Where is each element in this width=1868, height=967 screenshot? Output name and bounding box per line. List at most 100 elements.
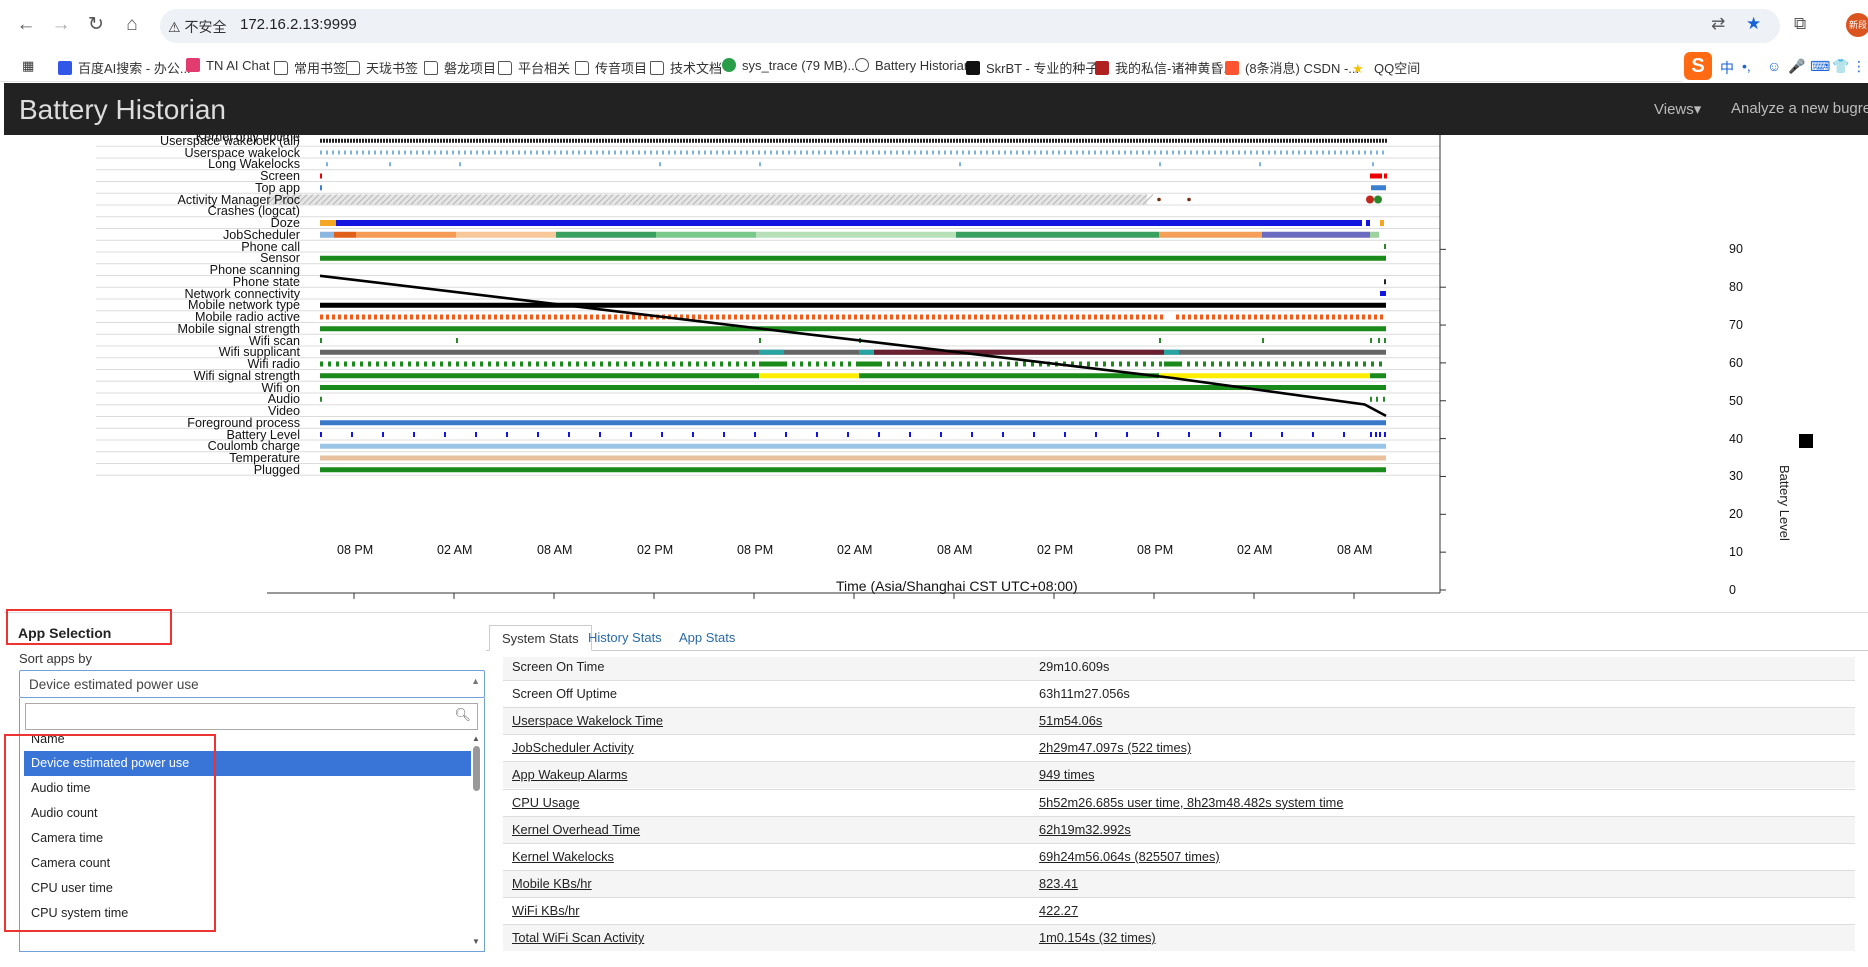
views-menu[interactable]: Views▾ (1654, 100, 1701, 118)
apps-grid-icon[interactable]: ▦ (22, 58, 34, 74)
stats-key[interactable]: Kernel Overhead Time (512, 817, 640, 843)
forward-arrow-icon[interactable]: → (47, 11, 75, 39)
tn-icon (186, 58, 200, 72)
ime-emoji-icon[interactable]: ☺ (1767, 58, 1781, 74)
timeline-bar (356, 314, 359, 320)
timeline-bar (503, 138, 505, 143)
scroll-up-icon[interactable]: ▲ (472, 734, 480, 743)
stats-value[interactable]: 1m0.154s (32 times) (1039, 925, 1156, 951)
tab-app-stats[interactable]: App Stats (667, 625, 747, 651)
timeline-bar (518, 150, 520, 155)
stats-value[interactable]: 2h29m47.097s (522 times) (1039, 735, 1191, 761)
extensions-icon[interactable]: ⧉ (1794, 14, 1806, 34)
bookmark-item[interactable]: TN AI Chat (186, 58, 270, 73)
bookmark-item[interactable]: SkrBT - 专业的种子... (966, 58, 1109, 77)
stats-value[interactable]: 5h52m26.685s user time, 8h23m48.482s sys… (1039, 790, 1343, 816)
timeline-bar (991, 361, 994, 367)
timeline-bar (692, 150, 694, 155)
timeline-bar (818, 150, 820, 155)
stats-key[interactable]: Mobile KBs/hr (512, 871, 592, 897)
ime-mic-icon[interactable]: 🎤 (1788, 58, 1805, 75)
bookmark-item[interactable]: ★ QQ空间 (1352, 58, 1420, 77)
bookmark-item[interactable]: 常用书签 (274, 58, 346, 77)
timeline-bar (1292, 150, 1294, 155)
timeline-bar (1019, 138, 1021, 143)
profile-avatar[interactable]: 新段 (1846, 13, 1868, 37)
stats-key[interactable]: CPU Usage (512, 790, 580, 816)
timeline-bar (338, 150, 340, 155)
bookmark-star-icon[interactable]: ★ (1746, 14, 1761, 34)
timeline-bar (584, 138, 586, 143)
ime-language[interactable]: 中 (1720, 58, 1734, 78)
stats-value[interactable]: 949 times (1039, 762, 1094, 788)
bookmark-item[interactable]: 磐龙项目 (424, 58, 496, 77)
timeline-bar (797, 138, 799, 143)
timeline-bar (602, 138, 604, 143)
timeline-bar (1159, 361, 1162, 367)
address-bar[interactable] (160, 9, 1780, 43)
reload-icon[interactable]: ↻ (82, 11, 110, 39)
back-arrow-icon[interactable]: ← (12, 11, 40, 39)
stats-key[interactable]: Total WiFi Scan Activity (512, 925, 644, 951)
bookmark-item[interactable]: 平台相关 (498, 58, 570, 77)
timeline-bar (839, 138, 841, 143)
timeline-bar (1082, 150, 1084, 155)
sort-select[interactable]: Device estimated power use ▲ (19, 670, 485, 698)
stats-key[interactable]: WiFi KBs/hr (512, 898, 580, 924)
timeline-bar (653, 138, 655, 143)
ime-menu-icon[interactable]: ⋮ (1852, 58, 1866, 75)
timeline-bar (959, 162, 961, 167)
timeline-bar (893, 138, 895, 143)
timeline-bar (1328, 150, 1330, 155)
home-icon[interactable]: ⌂ (118, 11, 146, 39)
stats-key[interactable]: Userspace Wakelock Time (512, 708, 663, 734)
bookmark-item[interactable]: 百度AI搜索 - 办公... (58, 58, 191, 77)
timeline-bar (878, 432, 880, 437)
security-warning[interactable]: ⚠ 不安全 (168, 17, 226, 37)
stats-key[interactable]: Kernel Wakelocks (512, 844, 614, 870)
timeline-bar (872, 138, 874, 143)
bookmark-item[interactable]: 技术文档 (650, 58, 722, 77)
stats-key[interactable]: App Wakeup Alarms (512, 762, 627, 788)
ime-skin-icon[interactable]: 👕 (1832, 58, 1849, 75)
timeline-bar (833, 138, 835, 143)
bookmark-item[interactable]: (8条消息) CSDN -... (1225, 58, 1359, 77)
bookmark-item[interactable]: 传音项目 (575, 58, 647, 77)
timeline-bar (656, 150, 658, 155)
tab-history-stats[interactable]: History Stats (576, 625, 674, 651)
stats-value[interactable]: 422.27 (1039, 898, 1078, 924)
timeline-bar (1352, 138, 1354, 143)
timeline-bar (440, 361, 443, 367)
dropdown-scrollbar[interactable]: ▲ ▼ (471, 734, 481, 946)
stats-key[interactable]: JobScheduler Activity (512, 735, 634, 761)
analyze-new-bugreport-link[interactable]: Analyze a new bugreport (1731, 100, 1868, 117)
ime-punct-icon[interactable]: •, (1742, 58, 1751, 74)
bookmark-label: TN AI Chat (206, 58, 270, 73)
timeline-bar (344, 138, 346, 143)
bookmark-item[interactable]: sys_trace (79 MB)... (722, 58, 858, 73)
timeline-bar (338, 138, 340, 143)
timeline-bar (320, 432, 322, 437)
timeline-bar (926, 138, 928, 143)
stats-value[interactable]: 69h24m56.064s (825507 times) (1039, 844, 1220, 870)
timeline-bar (428, 314, 431, 320)
timeline-bar (759, 373, 859, 379)
sogou-s-icon[interactable]: S (1684, 52, 1712, 80)
scroll-down-icon[interactable]: ▼ (472, 937, 480, 946)
ime-keyboard-icon[interactable]: ⌨ (1810, 58, 1830, 75)
timeline-bar (1052, 150, 1054, 155)
timeline-bar (455, 138, 457, 143)
dropdown-search-input[interactable]: 🔍︎ (25, 703, 478, 730)
stats-value[interactable]: 823.41 (1039, 871, 1078, 897)
scrollbar-thumb[interactable] (473, 746, 480, 791)
stats-value[interactable]: 51m54.06s (1039, 708, 1102, 734)
bookmark-item[interactable]: 天珑书签 (346, 58, 418, 77)
x-axis-label: Time (Asia/Shanghai CST UTC+08:00) (836, 578, 1078, 594)
timeline-bar (599, 138, 601, 143)
stats-value[interactable]: 62h19m32.992s (1039, 817, 1131, 843)
translate-icon[interactable]: ⇄ (1711, 14, 1725, 34)
app-title[interactable]: Battery Historian (19, 94, 226, 126)
url-text[interactable]: 172.16.2.13:9999 (240, 16, 357, 33)
bookmark-item[interactable]: Battery Historian (855, 58, 971, 73)
bookmark-item[interactable]: 我的私信-诸神黄昏... (1095, 58, 1234, 77)
